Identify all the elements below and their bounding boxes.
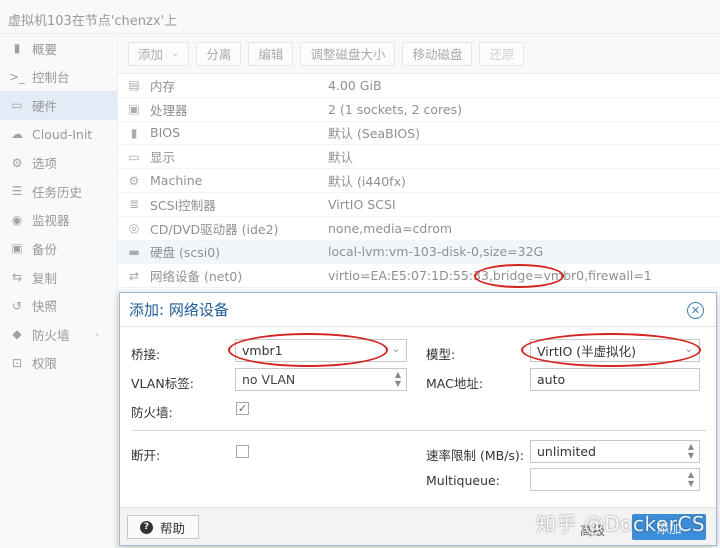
dialog-header: 添加: 网络设备	[120, 293, 716, 327]
multiqueue-label: Multiqueue:	[426, 473, 500, 488]
vlan-tag-label: VLAN标签:	[131, 376, 194, 391]
mac-address-input[interactable]: auto	[530, 368, 700, 391]
close-icon[interactable]: ✕	[687, 302, 704, 319]
model-value: VirtIO (半虚拟化)	[537, 344, 637, 359]
help-button[interactable]: ? 帮助	[127, 515, 199, 539]
disconnect-checkbox[interactable]	[236, 445, 249, 458]
model-label: 模型:	[426, 347, 456, 362]
bridge-select[interactable]: vmbr1 ⌄	[235, 339, 407, 362]
vlan-tag-stepper[interactable]: no VLAN ▲ ▼	[235, 368, 407, 391]
chevron-down-icon: ⌄	[684, 344, 693, 355]
firewall-label: 防火墙:	[131, 405, 173, 420]
spinner-arrows-icon[interactable]: ▲ ▼	[395, 370, 401, 388]
section-divider	[132, 430, 706, 431]
spinner-arrows-icon[interactable]: ▲ ▼	[688, 470, 694, 488]
question-icon: ?	[140, 520, 153, 534]
disconnect-label: 断开:	[131, 448, 161, 463]
rate-limit-stepper[interactable]: unlimited ▲ ▼	[530, 440, 700, 463]
mac-address-label: MAC地址:	[426, 376, 484, 391]
multiqueue-stepper[interactable]: ▲ ▼	[530, 468, 700, 491]
help-button-label: 帮助	[160, 520, 186, 536]
mac-address-value: auto	[537, 372, 566, 387]
bridge-label: 桥接:	[131, 347, 161, 362]
bridge-value: vmbr1	[242, 343, 283, 358]
model-select[interactable]: VirtIO (半虚拟化) ⌄	[530, 339, 700, 362]
chevron-down-icon: ⌄	[391, 344, 400, 355]
rate-limit-label: 速率限制 (MB/s):	[426, 448, 525, 463]
dialog-title: 添加: 网络设备	[129, 301, 229, 319]
watermark: 知乎 @DockerCS	[536, 512, 706, 536]
spinner-arrows-icon[interactable]: ▲ ▼	[688, 442, 694, 460]
vlan-tag-value: no VLAN	[242, 372, 296, 387]
rate-limit-value: unlimited	[537, 444, 596, 459]
firewall-checkbox[interactable]: ✓	[236, 402, 249, 415]
